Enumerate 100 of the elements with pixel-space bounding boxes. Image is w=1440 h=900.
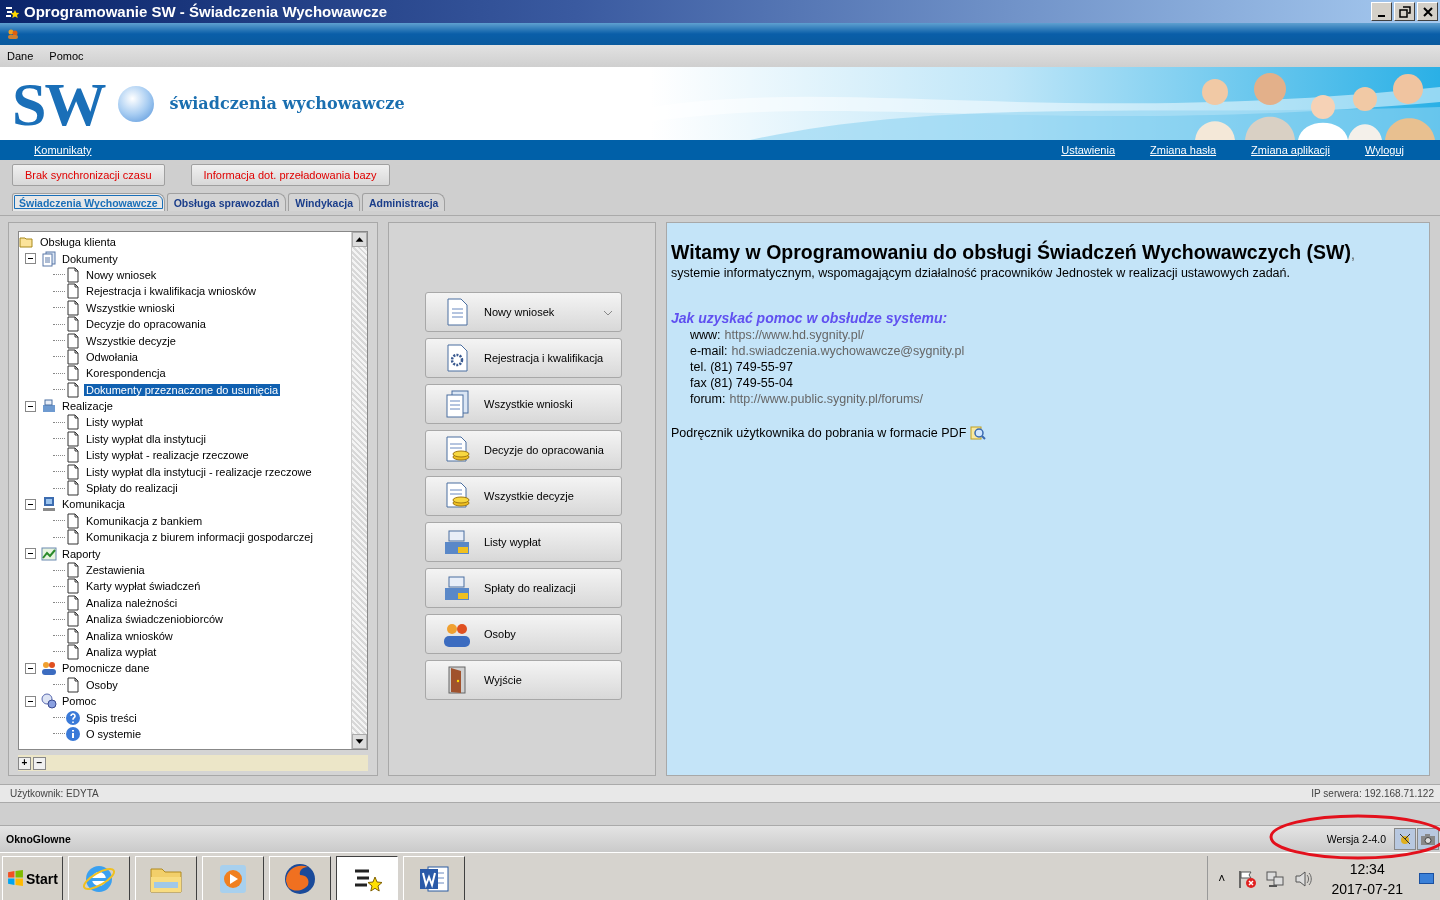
header-link[interactable]: Ustawienia [1061, 144, 1116, 156]
tree-item[interactable]: Analiza świadczeniobiorców [84, 613, 225, 626]
menu-item[interactable]: Dane [7, 50, 34, 62]
camera-icon [1420, 831, 1436, 847]
info-icon [65, 725, 81, 742]
tree-item[interactable]: Listy wypłat dla instytucji - realizacje rzeczowe [84, 465, 314, 478]
tree-item[interactable]: Pomoc [60, 695, 99, 708]
tab[interactable]: Administracja [362, 193, 446, 211]
scroll-up-icon[interactable] [352, 232, 367, 247]
tree-item[interactable]: Komunikacja [60, 498, 127, 511]
action-button[interactable]: Wyjście [425, 660, 622, 700]
fox-browser-button[interactable] [268, 855, 331, 900]
start-button[interactable]: Start [2, 855, 63, 900]
magnifier-icon[interactable] [970, 425, 987, 441]
folder-icon [19, 234, 35, 251]
action-button[interactable]: Decyzje do opracowania [425, 430, 622, 470]
tab[interactable]: Windykacja [288, 193, 360, 211]
clock[interactable]: 12:34 2017-07-21 [1331, 858, 1403, 899]
speaker-icon[interactable] [1293, 868, 1314, 889]
menu-item[interactable]: Pomoc [49, 50, 84, 62]
tree-item[interactable]: Raporty [60, 547, 103, 560]
action-button[interactable]: Wszystkie decyzje [425, 476, 622, 516]
tree-item[interactable]: Obsługa klienta [38, 236, 118, 249]
tree-item[interactable]: Realizacje [60, 400, 115, 413]
header-link[interactable]: Zmiana aplikacji [1251, 144, 1330, 156]
tab[interactable]: Obsługa sprawozdań [166, 193, 287, 211]
tree-item[interactable]: Wszystkie wnioski [84, 301, 177, 314]
tree-item[interactable]: Analiza wypłat [84, 645, 159, 658]
tree-item[interactable]: Karty wypłat świadczeń [84, 580, 203, 593]
app-button[interactable] [335, 855, 398, 900]
collapse-toggle[interactable] [25, 695, 36, 707]
collapse-toggle[interactable] [25, 662, 36, 674]
alert-button[interactable]: Brak synchronizacji czasu [12, 164, 165, 186]
tree-item[interactable]: Nowy wniosek [84, 268, 159, 281]
contact-link[interactable]: hd.swiadczenia.wychowawcze@sygnity.pl [731, 344, 965, 360]
action-button[interactable]: Wszystkie wnioski [425, 384, 622, 424]
version-text: Wersja 2-4.0 [1326, 833, 1386, 845]
minimize-button[interactable] [1371, 2, 1392, 21]
header-link[interactable]: Zmiana hasła [1150, 144, 1217, 156]
tree-item[interactable]: O systemie [84, 727, 143, 740]
tree-item[interactable]: Spłaty do realizacji [84, 482, 180, 495]
scrollbar[interactable] [351, 232, 367, 750]
tree-item[interactable]: Pomocnicze dane [60, 662, 152, 675]
collapse-toggle[interactable] [25, 548, 36, 560]
logo-text: SW [12, 72, 105, 135]
tree-item[interactable]: Wszystkie decyzje [84, 334, 178, 347]
camera-button[interactable] [1417, 828, 1439, 850]
tree-item[interactable]: Decyzje do opracowania [84, 318, 208, 331]
close-button[interactable] [1417, 2, 1438, 21]
register-icon [41, 398, 57, 415]
caret-icon [603, 310, 613, 316]
welcome-title: Witamy w Oprogramowaniu do obsługi Świadczeń Wychowawczych (SW) [671, 241, 1351, 263]
tree-item[interactable]: Spis treści [84, 711, 139, 724]
tree-item[interactable]: Listy wypłat - realizacje rzeczowe [84, 449, 251, 462]
tree-toggle-button[interactable]: − [33, 756, 46, 770]
action-button[interactable]: Spłaty do realizacji [425, 568, 622, 608]
tree-item[interactable]: Listy wypłat [84, 416, 145, 429]
cash-register-icon [442, 527, 472, 557]
tree-item[interactable]: Analiza wniosków [84, 629, 175, 642]
tree-item[interactable]: Dokumenty [60, 252, 120, 265]
word-processor-button[interactable] [402, 855, 465, 900]
tab[interactable]: Świadczenia Wychowawcze [12, 193, 165, 211]
action-button[interactable]: Rejestracja i kwalifikacja [425, 338, 622, 378]
user-status: Użytkownik: EDYTA [10, 788, 99, 799]
page-icon [65, 512, 81, 529]
header-link[interactable]: Wyloguj [1364, 144, 1404, 156]
scroll-down-icon[interactable] [352, 734, 367, 750]
contact-link[interactable]: http://www.public.sygnity.pl/forums/ [729, 392, 924, 408]
browser-e-button[interactable] [67, 855, 130, 900]
page-icon [65, 430, 81, 447]
tree-item[interactable]: Zestawienia [84, 564, 147, 576]
tree-item[interactable]: Analiza należności [84, 596, 180, 609]
tree-item[interactable]: Komunikacja z bankiem [84, 514, 205, 527]
tree-toggle-button[interactable]: + [18, 756, 31, 770]
network-icon[interactable] [1265, 868, 1286, 889]
collapse-toggle[interactable] [25, 400, 36, 412]
action-button[interactable]: Nowy wniosek [425, 292, 622, 332]
tree-item[interactable]: Dokumenty przeznaczone do usunięcia [84, 383, 280, 396]
tree-item[interactable]: Odwołania [84, 350, 140, 363]
collapse-toggle[interactable] [25, 253, 36, 265]
page-icon [65, 529, 81, 546]
action-button[interactable]: Listy wypłat [425, 522, 622, 562]
messages-link[interactable]: Komunikaty [34, 144, 92, 156]
tree-item[interactable]: Komunikacja z biurem informacji gospodarczej [84, 531, 315, 544]
collapse-toggle[interactable] [25, 498, 36, 510]
tree-item[interactable]: Listy wypłat dla instytucji [84, 432, 208, 445]
action-button[interactable]: Osoby [425, 614, 622, 654]
contact-link[interactable]: https://www.hd.sygnity.pl/ [724, 328, 864, 344]
page-icon [65, 676, 81, 693]
computer-icon [41, 496, 57, 513]
restore-button[interactable] [1394, 2, 1415, 21]
alert-button[interactable]: Informacja dot. przeładowania bazy [190, 164, 390, 186]
tree-item[interactable]: Rejestracja i kwalifikacja wniosków [84, 285, 258, 298]
bug-button[interactable] [1394, 828, 1416, 850]
users-icon[interactable] [7, 28, 19, 40]
tree-item[interactable]: Korespondencja [84, 367, 168, 380]
help-heading: Jak uzyskać pomoc w obsłudze systemu: [671, 310, 949, 326]
show-hidden-icons[interactable]: ˄ [1214, 871, 1230, 886]
tree-item[interactable]: Osoby [84, 678, 120, 691]
flag-icon[interactable] [1237, 868, 1258, 889]
